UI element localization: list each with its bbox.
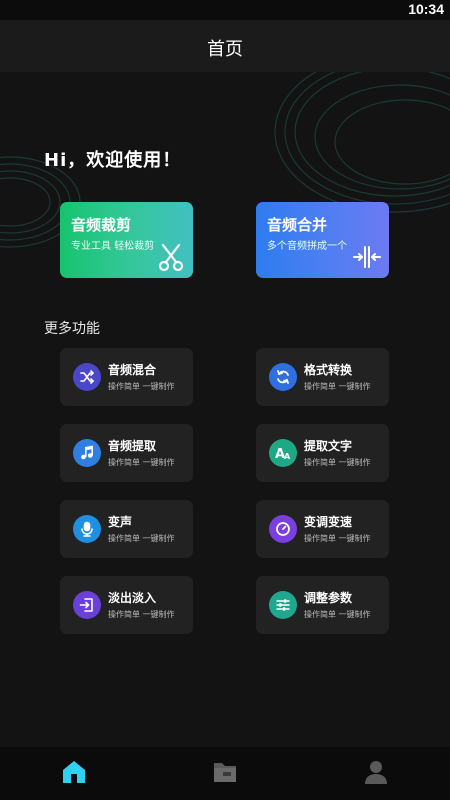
speed-icon	[269, 515, 297, 543]
fade-subtitle: 操作简单 一键制作	[108, 610, 175, 619]
merge-icon	[353, 246, 381, 268]
pitch-speed-label: 变调变速	[304, 515, 353, 529]
adjust-params-card[interactable]: 调整参数 操作简单 一键制作	[256, 576, 389, 634]
audio-extract-label: 音频提取	[108, 439, 157, 453]
text-extract-label: 提取文字	[304, 439, 353, 453]
audio-mix-subtitle: 操作简单 一键制作	[108, 382, 175, 391]
home-content: Hi，欢迎使用！ 音频裁剪 专业工具 轻松裁剪 音频合并 多个音频拼成一个 更多…	[0, 72, 450, 747]
nav-files[interactable]	[211, 758, 239, 786]
audio-mix-label: 音频混合	[108, 363, 157, 377]
audio-extract-card[interactable]: 音频提取 操作简单 一键制作	[60, 424, 193, 482]
status-time: 10:34	[408, 1, 444, 17]
fade-label: 淡出淡入	[108, 591, 157, 605]
pitch-speed-subtitle: 操作简单 一键制作	[304, 534, 371, 543]
audio-cut-title: 音频裁剪	[71, 216, 132, 234]
adjust-params-label: 调整参数	[304, 591, 353, 605]
text-extract-icon: AA	[269, 439, 297, 467]
profile-icon	[365, 761, 387, 784]
page-title: 首页	[207, 39, 243, 60]
audio-cut-card[interactable]: 音频裁剪 专业工具 轻松裁剪	[60, 202, 193, 278]
audio-merge-title: 音频合并	[267, 216, 328, 234]
format-convert-label: 格式转换	[304, 363, 353, 377]
greeting-text: Hi，欢迎使用！	[44, 150, 182, 171]
adjust-params-subtitle: 操作简单 一键制作	[304, 610, 371, 619]
voice-change-label: 变声	[108, 515, 133, 529]
audio-merge-card[interactable]: 音频合并 多个音频拼成一个	[256, 202, 389, 278]
audio-merge-subtitle: 多个音频拼成一个	[267, 241, 347, 252]
fade-card[interactable]: 淡出淡入 操作简单 一键制作	[60, 576, 193, 634]
bottom-nav	[0, 747, 450, 800]
text-extract-subtitle: 操作简单 一键制作	[304, 458, 371, 467]
shuffle-icon	[73, 363, 101, 391]
refresh-icon	[269, 363, 297, 391]
title-bar: 首页	[0, 20, 450, 72]
decorative-rings	[0, 72, 450, 248]
text-extract-card[interactable]: AA 提取文字 操作简单 一键制作	[256, 424, 389, 482]
pitch-speed-card[interactable]: 变调变速 操作简单 一键制作	[256, 500, 389, 558]
microphone-icon	[73, 515, 101, 543]
format-convert-subtitle: 操作简单 一键制作	[304, 382, 371, 391]
more-functions-title: 更多功能	[44, 321, 100, 337]
music-note-icon	[73, 439, 101, 467]
audio-mix-card[interactable]: 音频混合 操作简单 一键制作	[60, 348, 193, 406]
home-icon	[63, 761, 85, 783]
nav-profile[interactable]	[362, 758, 390, 786]
format-convert-card[interactable]: 格式转换 操作简单 一键制作	[256, 348, 389, 406]
fade-in-icon	[73, 591, 101, 619]
voice-change-subtitle: 操作简单 一键制作	[108, 534, 175, 543]
status-bar: 10:34	[0, 0, 450, 20]
svg-text:A: A	[284, 452, 291, 461]
audio-cut-subtitle: 专业工具 轻松裁剪	[71, 241, 155, 252]
nav-home[interactable]	[60, 758, 88, 786]
folder-icon	[214, 763, 236, 782]
voice-change-card[interactable]: 变声 操作简单 一键制作	[60, 500, 193, 558]
scissors-icon	[158, 243, 184, 272]
audio-extract-subtitle: 操作简单 一键制作	[108, 458, 175, 467]
sliders-icon	[269, 591, 297, 619]
